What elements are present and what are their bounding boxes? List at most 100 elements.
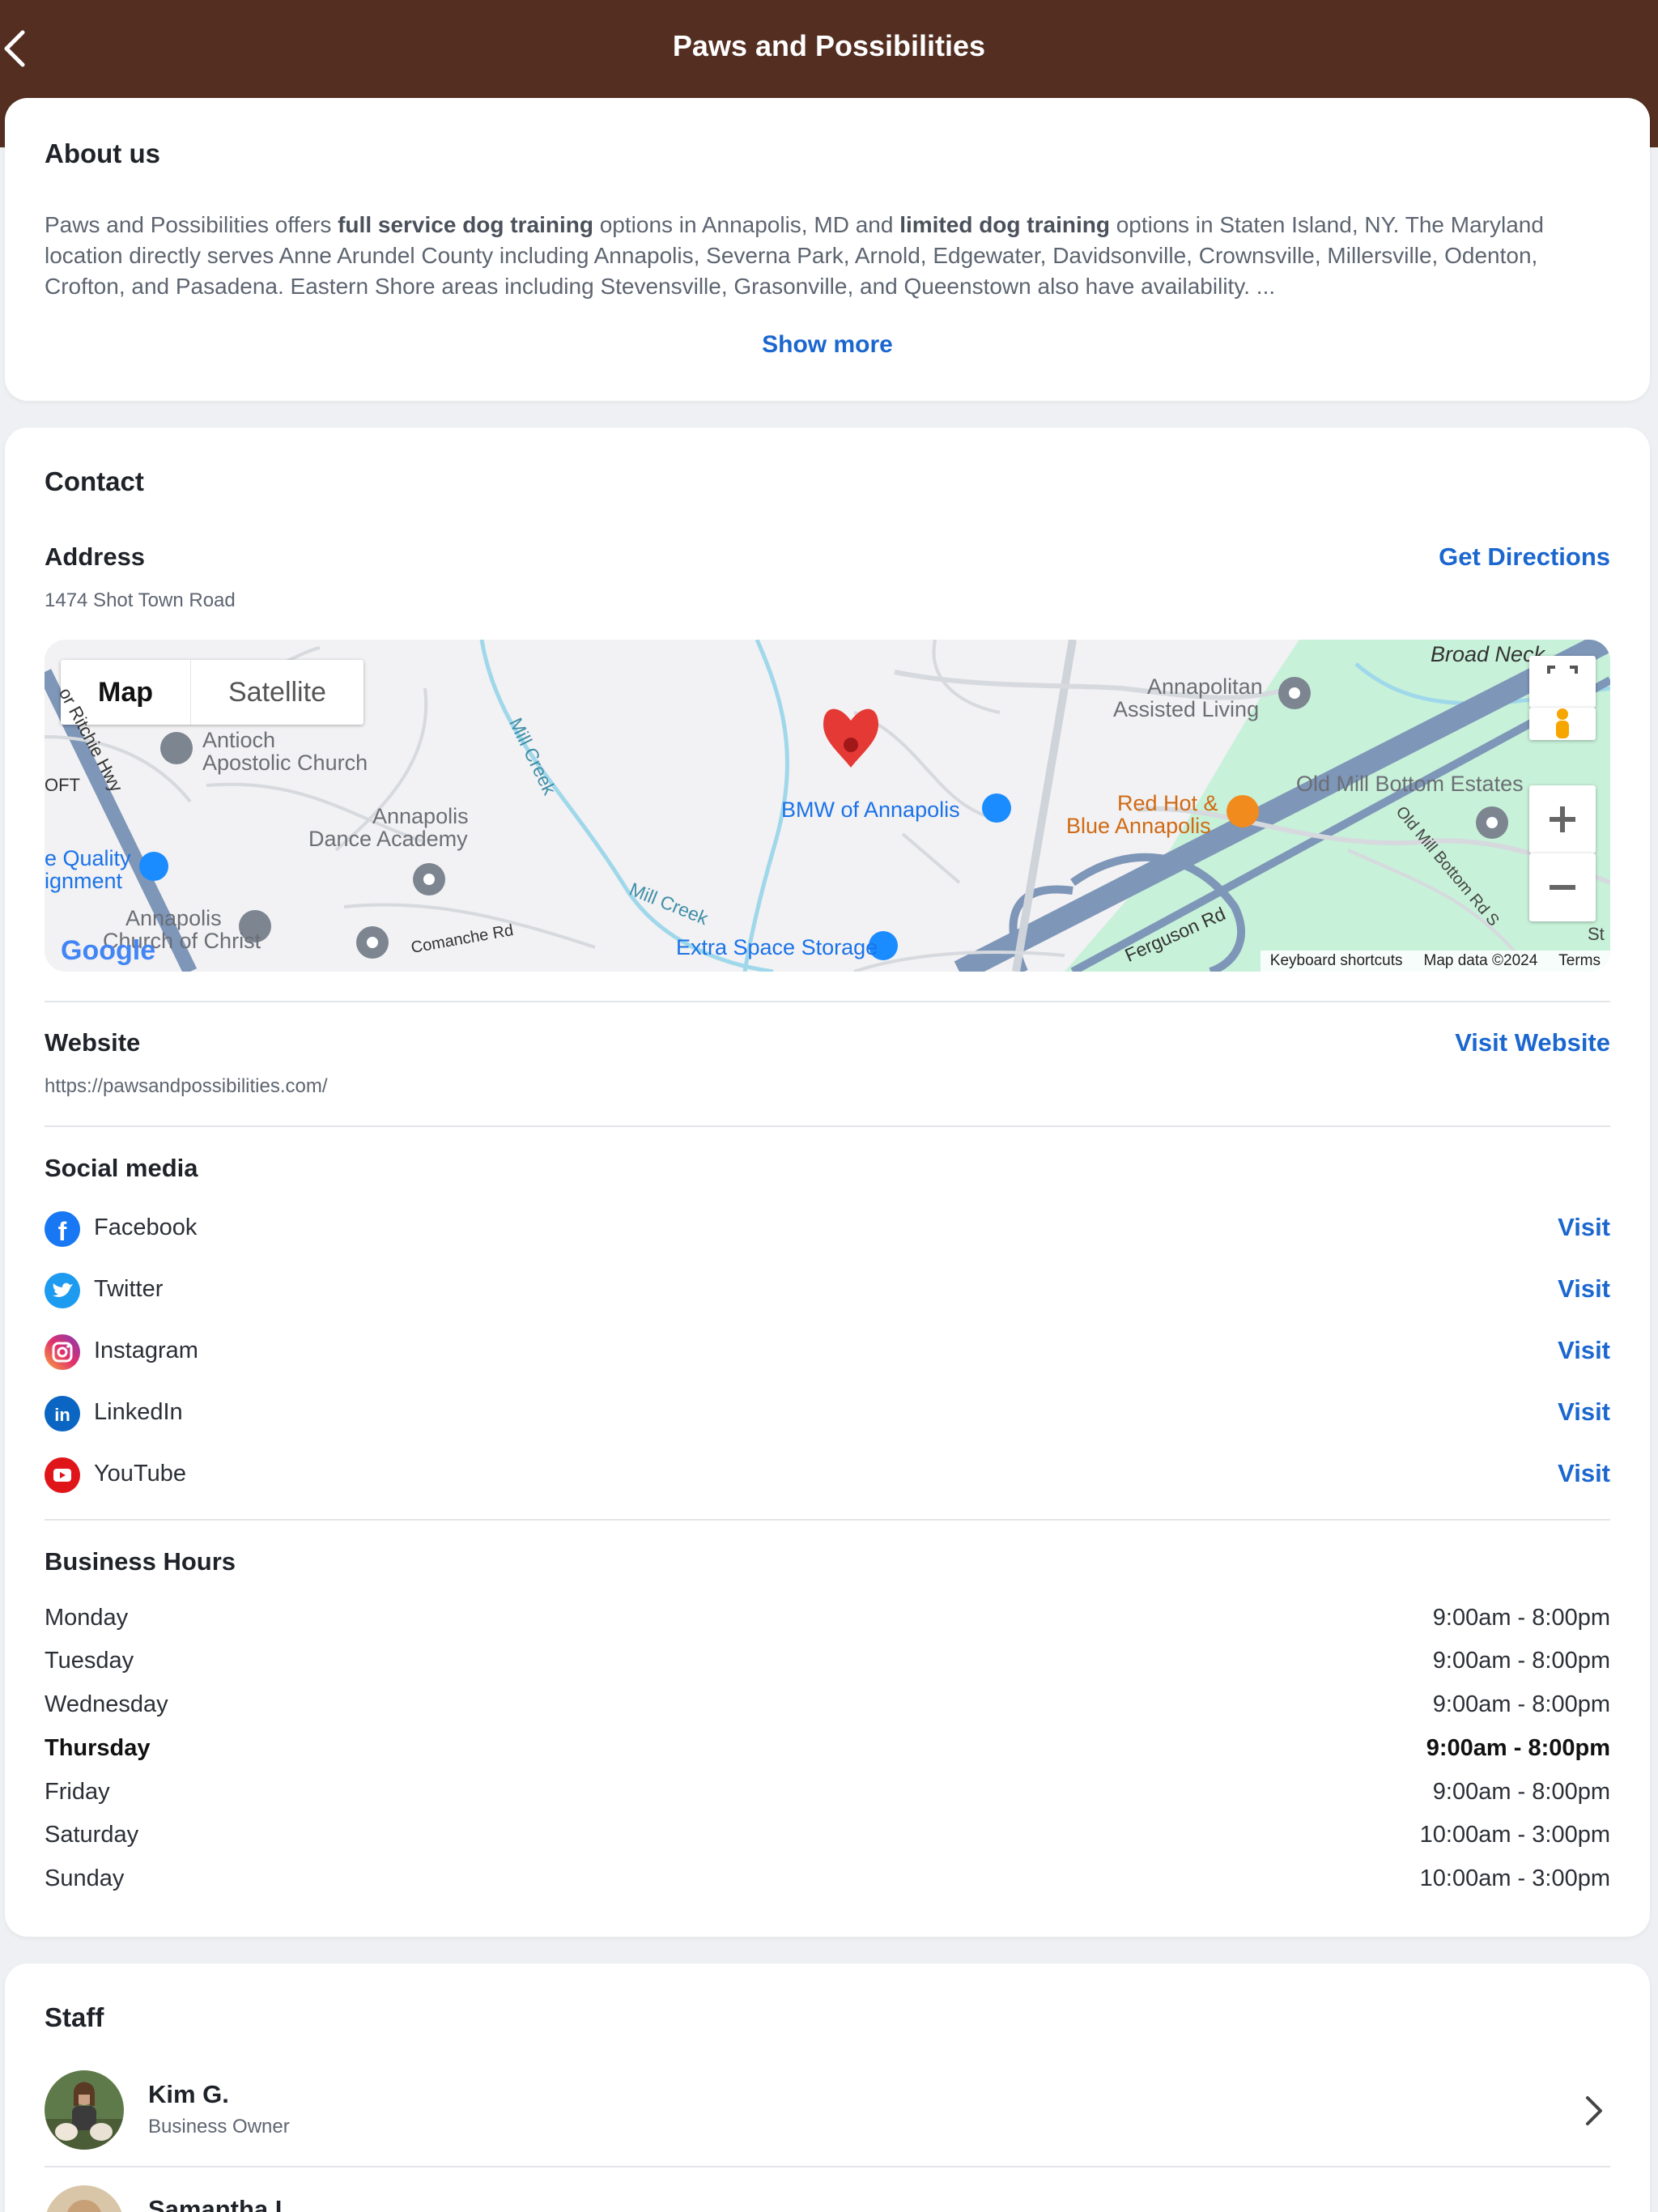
divider [45, 1125, 1610, 1127]
hours-row-sunday: Sunday 10:00am - 3:00pm [45, 1865, 1610, 1898]
keyboard-shortcuts-link[interactable]: Keyboard shortcuts [1270, 952, 1403, 970]
about-text-part: options in Annapolis, MD and [593, 212, 900, 237]
visit-website-link[interactable]: Visit Website [1455, 1028, 1610, 1057]
staff-name: Samantha L. [148, 2195, 298, 2212]
facebook-icon: f [45, 1211, 80, 1247]
fullscreen-button[interactable] [1529, 656, 1596, 708]
hours-day: Monday [45, 1605, 129, 1631]
instagram-icon [45, 1334, 80, 1370]
map-label: Blue Annapolis [1066, 814, 1211, 838]
visit-twitter-link[interactable]: Visit [1558, 1274, 1610, 1304]
map-widget[interactable]: Map Satellite Broad Neck Annapolitan Ass… [45, 640, 1610, 972]
social-name: YouTube [94, 1461, 186, 1487]
hours-row-tuesday: Tuesday 9:00am - 8:00pm [45, 1648, 1610, 1680]
twitter-icon [45, 1273, 80, 1308]
map-label: Extra Space Storage [676, 935, 878, 959]
map-label: Assisted Living [1113, 697, 1260, 721]
social-name: Instagram [94, 1338, 198, 1363]
business-hours-heading: Business Hours [45, 1547, 236, 1576]
map-label: Antioch [202, 728, 276, 752]
social-name: Facebook [94, 1214, 198, 1240]
map-label: Annapolis [125, 906, 222, 930]
hours-day: Tuesday [45, 1648, 134, 1674]
address-label: Address [45, 542, 146, 571]
pegman-icon [1556, 708, 1569, 738]
youtube-icon [45, 1457, 80, 1493]
social-row-instagram: Instagram Visit [45, 1333, 1610, 1372]
map-label: Dance Academy [308, 827, 468, 851]
divider [45, 2166, 1610, 2167]
pegman-button[interactable] [1529, 708, 1596, 740]
fullscreen-icon [1547, 666, 1578, 674]
hours-time: 10:00am - 3:00pm [1419, 1865, 1610, 1891]
hours-time: 9:00am - 8:00pm [1432, 1779, 1610, 1805]
staff-row[interactable]: Samantha L. [45, 2185, 1610, 2212]
map-label: e Quality [45, 846, 131, 870]
map-label: BMW of Annapolis [781, 798, 960, 822]
show-more-link[interactable]: Show more [762, 331, 893, 358]
zoom-in-button[interactable] [1529, 785, 1596, 853]
hours-row-friday: Friday 9:00am - 8:00pm [45, 1779, 1610, 1811]
satellite-view-button[interactable]: Satellite [190, 660, 363, 725]
about-card: About us Paws and Possibilities offers f… [5, 98, 1650, 401]
map-label: Annapolis [372, 804, 469, 828]
hours-time: 9:00am - 8:00pm [1432, 1648, 1610, 1674]
staff-card: Staff Kim G. Business Owner Samantha L. [5, 1963, 1650, 2212]
minus-icon [1550, 885, 1575, 890]
get-directions-link[interactable]: Get Directions [1439, 542, 1610, 572]
svg-text:in: in [54, 1405, 70, 1425]
linkedin-icon: in [45, 1396, 80, 1431]
hours-day: Saturday [45, 1822, 139, 1848]
visit-youtube-link[interactable]: Visit [1558, 1459, 1610, 1488]
social-row-youtube: YouTube Visit [45, 1456, 1610, 1495]
about-heading: About us [45, 138, 160, 168]
social-row-facebook: f Facebook Visit [45, 1210, 1610, 1249]
staff-role: Business Owner [148, 2116, 290, 2138]
staff-heading: Staff [45, 2002, 104, 2032]
hours-row-saturday: Saturday 10:00am - 3:00pm [45, 1822, 1610, 1854]
hours-day: Sunday [45, 1865, 125, 1891]
hours-time: 9:00am - 8:00pm [1432, 1605, 1610, 1631]
hours-time: 9:00am - 8:00pm [1432, 1691, 1610, 1717]
website-value: https://pawsandpossibilities.com/ [45, 1075, 328, 1097]
map-label: OFT [45, 775, 80, 795]
avatar [45, 2070, 124, 2150]
visit-instagram-link[interactable]: Visit [1558, 1336, 1610, 1365]
about-bold-part: full service dog training [338, 212, 593, 237]
map-data-attribution: Map data ©2024 [1423, 952, 1538, 969]
page-title: Paws and Possibilities [672, 29, 986, 62]
map-type-toggle[interactable]: Map Satellite [61, 660, 363, 725]
svg-text:f: f [58, 1217, 67, 1246]
divider [45, 1001, 1610, 1002]
divider [45, 1519, 1610, 1521]
map-footer: Keyboard shortcuts Map data ©2024 Terms [1260, 951, 1610, 972]
map-label: Apostolic Church [202, 751, 368, 775]
about-description: Paws and Possibilities offers full servi… [45, 210, 1615, 302]
about-text-part: Paws and Possibilities offers [45, 212, 338, 237]
social-row-twitter: Twitter Visit [45, 1271, 1610, 1310]
visit-facebook-link[interactable]: Visit [1558, 1213, 1610, 1242]
social-row-linkedin: in LinkedIn Visit [45, 1394, 1610, 1433]
about-bold-part: limited dog training [899, 212, 1110, 237]
map-label: Old Mill Bottom Estates [1296, 772, 1524, 796]
avatar [45, 2185, 124, 2212]
hours-row-monday: Monday 9:00am - 8:00pm [45, 1605, 1610, 1637]
hours-row-thursday: Thursday 9:00am - 8:00pm [45, 1735, 1610, 1767]
visit-linkedin-link[interactable]: Visit [1558, 1397, 1610, 1427]
terms-link[interactable]: Terms [1558, 952, 1601, 970]
website-label: Website [45, 1028, 141, 1057]
hours-time: 9:00am - 8:00pm [1426, 1735, 1610, 1761]
social-media-heading: Social media [45, 1154, 198, 1182]
social-name: LinkedIn [94, 1399, 183, 1425]
staff-name: Kim G. [148, 2080, 229, 2108]
contact-heading: Contact [45, 466, 144, 496]
hours-day: Wednesday [45, 1691, 168, 1717]
contact-card: Contact Address Get Directions 1474 Shot… [5, 428, 1650, 1937]
hours-row-wednesday: Wednesday 9:00am - 8:00pm [45, 1691, 1610, 1724]
google-logo: Google [61, 935, 156, 966]
staff-row[interactable]: Kim G. Business Owner [45, 2070, 1610, 2159]
zoom-out-button[interactable] [1529, 853, 1596, 921]
hours-day: Thursday [45, 1735, 151, 1761]
map-label: Annapolitan [1147, 674, 1263, 699]
address-value: 1474 Shot Town Road [45, 589, 236, 611]
